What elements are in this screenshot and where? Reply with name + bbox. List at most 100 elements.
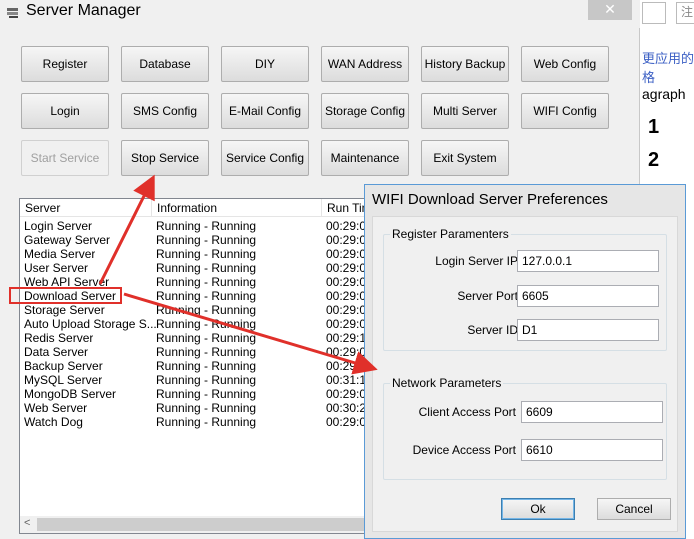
- email-config-button[interactable]: E-Mail Config: [221, 93, 309, 129]
- server-name-cell: Watch Dog: [24, 415, 83, 429]
- server-name-cell: Web Server: [24, 401, 88, 415]
- server-info-cell: Running - Running: [156, 401, 257, 415]
- server-name-cell: Login Server: [24, 219, 93, 233]
- server-info-cell: Running - Running: [156, 247, 257, 261]
- close-icon: ✕: [604, 1, 616, 17]
- background-paragraph-text: agraph: [642, 86, 686, 102]
- dialog-body: Register Paramenters Login Server IP 127…: [372, 216, 678, 532]
- annotation-highlight-box: [9, 287, 122, 304]
- server-row[interactable]: Redis Server Running - Running 00:29:1: [20, 331, 368, 345]
- server-info-cell: Running - Running: [156, 219, 257, 233]
- server-info-cell: Running - Running: [156, 275, 257, 289]
- background-number-1: 1: [648, 116, 660, 138]
- server-name-cell: Data Server: [24, 345, 89, 359]
- server-info-cell: Running - Running: [156, 373, 257, 387]
- wifi-download-server-preferences-dialog: WIFI Download Server Preferences Registe…: [364, 184, 686, 539]
- stop-service-button[interactable]: Stop Service: [121, 140, 209, 176]
- server-port-label: Server Port: [457, 289, 518, 303]
- network-group-label: Network Parameters: [390, 376, 504, 390]
- register-button[interactable]: Register: [21, 46, 109, 82]
- server-info-cell: Running - Running: [156, 289, 257, 303]
- server-runtime-cell: 00:29:0: [326, 303, 367, 317]
- login-server-ip-input[interactable]: 127.0.0.1: [517, 250, 659, 272]
- maintenance-button[interactable]: Maintenance: [321, 140, 409, 176]
- server-row[interactable]: Login Server Running - Running 00:29:0: [20, 219, 368, 233]
- dialog-title-bar: WIFI Download Server Preferences: [365, 185, 685, 215]
- login-server-ip-label: Login Server IP: [435, 254, 518, 268]
- multi-server-button[interactable]: Multi Server: [421, 93, 509, 129]
- server-runtime-cell: 00:31:1: [326, 373, 367, 387]
- server-row[interactable]: Web Server Running - Running 00:30:2: [20, 401, 368, 415]
- title-bar: Server Manager ✕: [0, 0, 640, 28]
- server-runtime-cell: 00:30:2: [326, 401, 367, 415]
- server-id-input[interactable]: D1: [517, 319, 659, 341]
- server-row[interactable]: Media Server Running - Running 00:29:0: [20, 247, 368, 261]
- history-backup-button[interactable]: History Backup: [421, 46, 509, 82]
- server-info-cell: Running - Running: [156, 415, 257, 429]
- client-access-port-input[interactable]: 6609: [521, 401, 663, 423]
- server-info-cell: Running - Running: [156, 233, 257, 247]
- list-header: Server Information Run Time: [20, 199, 368, 217]
- cancel-button[interactable]: Cancel: [597, 498, 671, 520]
- server-runtime-cell: 00:29:0: [326, 387, 367, 401]
- wifi-config-button[interactable]: WIFI Config: [521, 93, 609, 129]
- server-row[interactable]: MySQL Server Running - Running 00:31:1: [20, 373, 368, 387]
- device-access-port-input[interactable]: 6610: [521, 439, 663, 461]
- server-info-cell: Running - Running: [156, 345, 257, 359]
- server-list[interactable]: Server Information Run Time Login Server…: [19, 198, 369, 534]
- web-config-button[interactable]: Web Config: [521, 46, 609, 82]
- server-runtime-cell: 00:29:0: [326, 317, 367, 331]
- database-button[interactable]: Database: [121, 46, 209, 82]
- server-name-cell: MongoDB Server: [24, 387, 117, 401]
- server-row[interactable]: Storage Server Running - Running 00:29:0: [20, 303, 368, 317]
- server-info-cell: Running - Running: [156, 359, 257, 373]
- client-access-port-label: Client Access Port: [418, 405, 516, 419]
- register-parameters-group: Register Paramenters Login Server IP 127…: [383, 227, 667, 351]
- server-id-label: Server ID: [467, 323, 518, 337]
- server-name-cell: Backup Server: [24, 359, 103, 373]
- server-info-cell: Running - Running: [156, 387, 257, 401]
- wan-address-button[interactable]: WAN Address: [321, 46, 409, 82]
- login-button[interactable]: Login: [21, 93, 109, 129]
- background-button-2[interactable]: 注: [676, 2, 694, 24]
- column-header-server[interactable]: Server: [20, 199, 152, 217]
- scrollbar-thumb[interactable]: [37, 518, 367, 531]
- server-runtime-cell: 00:29:0: [326, 275, 367, 289]
- horizontal-scrollbar[interactable]: <: [20, 516, 368, 533]
- server-runtime-cell: 00:29:0: [326, 233, 367, 247]
- server-row[interactable]: Auto Upload Storage S... Running - Runnin…: [20, 317, 368, 331]
- server-info-cell: Running - Running: [156, 317, 257, 331]
- diy-button[interactable]: DIY: [221, 46, 309, 82]
- server-name-cell: Media Server: [24, 247, 96, 261]
- column-header-runtime[interactable]: Run Time: [322, 199, 368, 217]
- server-name-cell: Storage Server: [24, 303, 105, 317]
- device-access-port-label: Device Access Port: [412, 443, 516, 457]
- column-header-information[interactable]: Information: [152, 199, 322, 217]
- server-info-cell: Running - Running: [156, 261, 257, 275]
- server-row[interactable]: Backup Server Running - Running 00:29:1: [20, 359, 368, 373]
- server-runtime-cell: 00:29:1: [326, 331, 367, 345]
- ok-button[interactable]: Ok: [501, 498, 575, 520]
- storage-config-button[interactable]: Storage Config: [321, 93, 409, 129]
- server-runtime-cell: 00:29:0: [326, 219, 367, 233]
- network-parameters-group: Network Parameters Client Access Port 66…: [383, 376, 667, 480]
- server-port-input[interactable]: 6605: [517, 285, 659, 307]
- start-service-button[interactable]: Start Service: [21, 140, 109, 176]
- server-row[interactable]: MongoDB Server Running - Running 00:29:0: [20, 387, 368, 401]
- exit-system-button[interactable]: Exit System: [421, 140, 509, 176]
- server-row[interactable]: User Server Running - Running 00:29:0: [20, 261, 368, 275]
- server-runtime-cell: 00:29:0: [326, 261, 367, 275]
- server-info-cell: Running - Running: [156, 303, 257, 317]
- server-name-cell: Redis Server: [24, 331, 94, 345]
- service-config-button[interactable]: Service Config: [221, 140, 309, 176]
- scroll-left-icon[interactable]: <: [24, 517, 30, 529]
- server-name-cell: User Server: [24, 261, 89, 275]
- server-runtime-cell: 00:29:0: [326, 247, 367, 261]
- sms-config-button[interactable]: SMS Config: [121, 93, 209, 129]
- server-name-cell: Auto Upload Storage S...: [24, 317, 157, 331]
- server-row[interactable]: Data Server Running - Running 00:29:0: [20, 345, 368, 359]
- close-button[interactable]: ✕: [588, 0, 632, 20]
- server-row[interactable]: Watch Dog Running - Running 00:29:0: [20, 415, 368, 429]
- background-button[interactable]: [642, 2, 666, 24]
- server-row[interactable]: Gateway Server Running - Running 00:29:0: [20, 233, 368, 247]
